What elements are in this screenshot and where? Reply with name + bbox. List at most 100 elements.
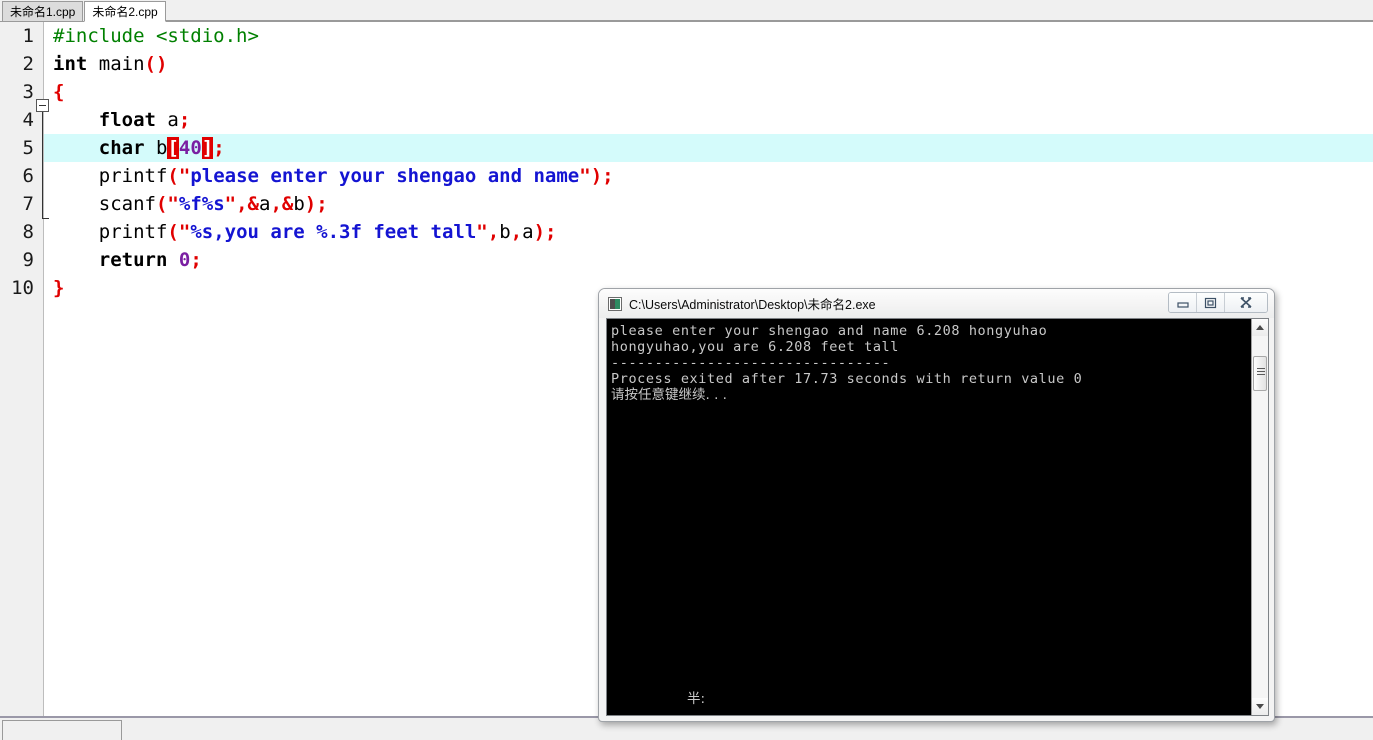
line-content: float a; [53, 106, 191, 134]
console-output-line: Process exited after 17.73 seconds with … [611, 371, 1083, 387]
token-lparen: ( [167, 165, 179, 187]
token-keyword-int: int [53, 53, 88, 75]
token-quote-open: " [178, 221, 191, 243]
code-line-4[interactable]: 4 float a; [0, 106, 1373, 134]
code-line-9[interactable]: 9 return 0; [0, 246, 1373, 274]
line-content: #include <stdio.h> [53, 22, 259, 50]
tab-untitled2[interactable]: 未命名2.cpp [84, 1, 166, 22]
console-body: please enter your shengao and name 6.208… [606, 318, 1269, 716]
console-output-area[interactable]: please enter your shengao and name 6.208… [607, 319, 1251, 715]
line-number: 2 [22, 53, 34, 75]
token-identifier-a: a [258, 193, 271, 215]
bottom-panel-tab[interactable] [2, 720, 122, 740]
token-rparen-semicolon: ); [533, 221, 557, 243]
line-content: } [53, 274, 64, 302]
token-semicolon: ; [190, 249, 202, 271]
scroll-up-button[interactable] [1252, 319, 1268, 336]
token-function-printf: printf [98, 221, 168, 243]
token-string-literal: %s,you are %.3f feet tall [190, 221, 477, 243]
token-string-literal: please enter your shengao and name [190, 165, 580, 187]
token-function-scanf: scanf [98, 193, 156, 215]
code-line-1[interactable]: 1 #include <stdio.h> [0, 22, 1373, 50]
code-line-5[interactable]: 5 char b[40]; [0, 134, 1373, 162]
line-content: { [53, 78, 64, 106]
line-number: 9 [22, 249, 34, 271]
scrollbar-track[interactable] [1252, 336, 1268, 698]
console-output-separator: -------------------------------- [611, 355, 891, 371]
line-content: char b[40]; [53, 134, 225, 162]
scroll-down-arrow-icon [1256, 704, 1264, 709]
token-identifier-b: b [293, 193, 305, 215]
token-quote-close: " [476, 221, 488, 243]
token-quote-open: " [167, 193, 179, 215]
token-identifier-a: a [167, 109, 179, 131]
token-comma: , [487, 221, 500, 243]
line-content: return 0; [53, 246, 202, 274]
tab-untitled1[interactable]: 未命名1.cpp [2, 1, 84, 21]
scrollbar-thumb[interactable] [1253, 356, 1267, 391]
line-number: 1 [22, 25, 34, 47]
console-bottom-text: 半: [687, 691, 706, 707]
code-line-7[interactable]: 7 scanf("%f%s",&a,&b); [0, 190, 1373, 218]
console-title-bar[interactable]: C:\Users\Administrator\Desktop\未命名2.exe [599, 289, 1274, 318]
token-semicolon: ; [178, 109, 191, 131]
code-line-3[interactable]: 3 { [0, 78, 1373, 106]
application-root: 未命名1.cpp 未命名2.cpp 1 #include <stdio.h> 2… [0, 0, 1373, 740]
console-output-line: please enter your shengao and name 6.208… [611, 323, 1048, 339]
token-lparen: ( [167, 221, 179, 243]
tab-label: 未命名1.cpp [10, 4, 76, 19]
code-fold-guide-line [42, 112, 43, 219]
line-number: 4 [22, 109, 34, 131]
token-keyword-float: float [98, 109, 156, 131]
token-rparen-semicolon: ); [304, 193, 328, 215]
token-lparen: ( [155, 193, 168, 215]
token-open-brace: { [53, 81, 65, 103]
code-line-8[interactable]: 8 printf("%s,you are %.3f feet tall",b,a… [0, 218, 1373, 246]
code-fold-guide-foot [42, 218, 49, 219]
line-number: 10 [11, 277, 34, 299]
console-window[interactable]: C:\Users\Administrator\Desktop\未命名2.exe [598, 288, 1275, 722]
code-lines: 1 #include <stdio.h> 2 int main() 3 { 4 … [0, 22, 1373, 302]
console-scrollbar[interactable] [1251, 319, 1268, 715]
token-quote-close: " [224, 193, 237, 215]
line-number: 7 [22, 193, 34, 215]
token-keyword-return: return [98, 249, 168, 271]
token-bracket-match-close: ] [201, 137, 214, 159]
line-number: 8 [22, 221, 34, 243]
token-parens: () [144, 53, 168, 75]
token-comma: , [510, 221, 523, 243]
line-content: printf("%s,you are %.3f feet tall",b,a); [53, 218, 557, 246]
restore-button[interactable] [1197, 293, 1225, 312]
minimize-button[interactable] [1169, 293, 1197, 312]
token-comma-amp: ,& [270, 193, 294, 215]
token-bracket-match-open: [ [167, 137, 179, 159]
token-quote-open: " [178, 165, 191, 187]
code-line-2[interactable]: 2 int main() [0, 50, 1373, 78]
token-identifier-b: b [499, 221, 511, 243]
tab-label: 未命名2.cpp [92, 4, 158, 19]
scroll-down-button[interactable] [1252, 698, 1268, 715]
console-press-any-key-line: 请按任意键继续. . . [611, 387, 727, 403]
token-comma-amp: ,& [236, 193, 259, 215]
close-icon [1240, 297, 1252, 308]
token-identifier-a: a [522, 221, 534, 243]
line-number: 3 [22, 81, 34, 103]
code-line-6[interactable]: 6 printf("please enter your shengao and … [0, 162, 1373, 190]
code-fold-toggle-icon[interactable] [36, 99, 49, 112]
line-content: printf("please enter your shengao and na… [53, 162, 614, 190]
console-app-icon [608, 296, 622, 311]
token-number-zero: 0 [178, 249, 191, 271]
console-window-title: C:\Users\Administrator\Desktop\未命名2.exe [629, 298, 876, 312]
window-controls [1168, 292, 1268, 313]
line-number: 6 [22, 165, 34, 187]
close-button[interactable] [1225, 293, 1267, 312]
line-content: int main() [53, 50, 167, 78]
